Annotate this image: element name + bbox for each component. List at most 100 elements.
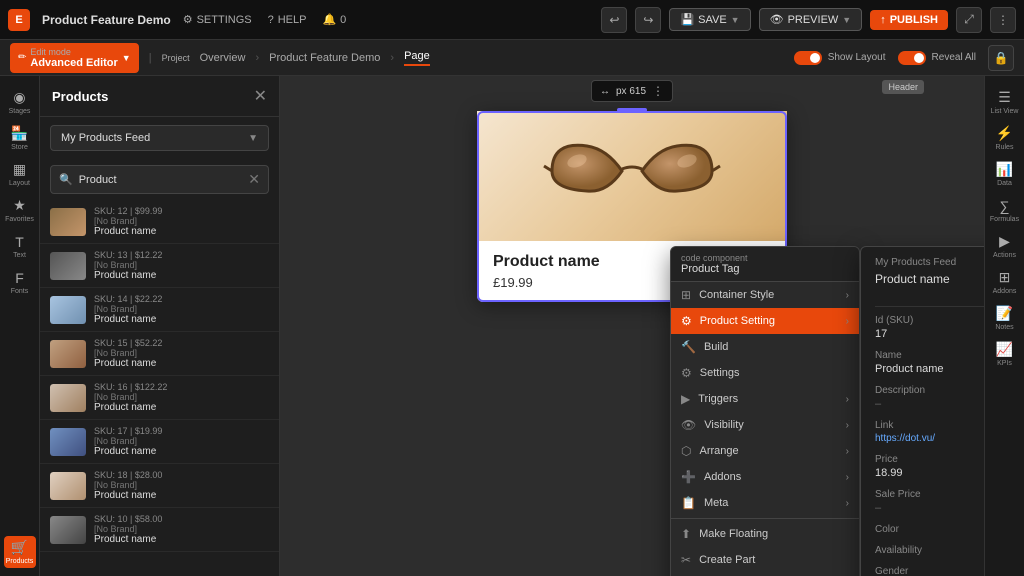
save-icon: 💾 <box>680 13 694 26</box>
list-item[interactable]: SKU: 16 | $122.22 [No Brand] Product nam… <box>40 376 279 420</box>
sidebar-item-store[interactable]: 🏪 Store <box>4 122 36 154</box>
nav-help[interactable]: ? HELP <box>268 14 307 26</box>
sidebar-item-fonts[interactable]: F Fonts <box>4 266 36 298</box>
advanced-editor-button[interactable]: ✏ Edit mode Advanced Editor ▼ <box>10 43 139 73</box>
product-thumbnail <box>50 208 86 236</box>
addons-sidebar-icon: ⊞ <box>999 269 1011 286</box>
context-menu-product-setting[interactable]: ⚙ Product Setting › <box>671 308 859 334</box>
ps-gender-field: Gender Female <box>875 566 984 576</box>
list-item[interactable]: SKU: 18 | $28.00 [No Brand] Product name <box>40 464 279 508</box>
sidebar-item-data[interactable]: 📊 Data <box>989 158 1021 190</box>
search-bar: 🔍 ✕ <box>50 165 269 194</box>
feed-dropdown[interactable]: My Products Feed ▼ <box>50 125 269 151</box>
products-panel: Products ✕ My Products Feed ▼ 🔍 ✕ SKU: 1… <box>40 76 280 576</box>
addons-icon: ➕ <box>681 470 696 484</box>
context-menu-build[interactable]: 🔨 Build <box>671 334 859 360</box>
context-menu-triggers[interactable]: ▶ Triggers › <box>671 386 859 412</box>
show-layout-toggle[interactable] <box>794 51 822 65</box>
editor-icon: ✏ <box>18 52 26 63</box>
formulas-icon: ∑ <box>1000 198 1010 214</box>
redo-button[interactable]: ↪ <box>635 7 661 33</box>
undo-button[interactable]: ↩ <box>601 7 627 33</box>
app-icon: E <box>8 9 30 31</box>
kpis-icon: 📈 <box>996 341 1013 358</box>
canvas-area: ↔ px 615 ⋮ Header <box>280 76 984 576</box>
actions-icon: ▶ <box>999 233 1010 250</box>
sidebar-item-actions[interactable]: ▶ Actions <box>989 230 1021 262</box>
sidebar-item-products[interactable]: 🛒 Products <box>4 536 36 568</box>
left-sidebar: ◉ Stages 🏪 Store ▦ Layout ★ Favorites T … <box>0 76 40 576</box>
product-thumbnail <box>50 340 86 368</box>
ps-link-field: Link https://dot.vu/ <box>875 420 984 444</box>
ps-description-field: Description – <box>875 385 984 410</box>
share-button[interactable]: ⤢ <box>956 7 982 33</box>
store-icon: 🏪 <box>11 125 28 142</box>
search-input[interactable] <box>79 174 243 186</box>
context-menu-arrange[interactable]: ⬡ Arrange › <box>671 438 859 464</box>
context-menu-meta[interactable]: 📋 Meta › <box>671 490 859 516</box>
list-item[interactable]: SKU: 13 | $12.22 [No Brand] Product name <box>40 244 279 288</box>
sidebar-item-list-view[interactable]: ☰ List View <box>989 86 1021 118</box>
context-menu-create-part[interactable]: ✂ Create Part <box>671 547 859 573</box>
sidebar-item-stages[interactable]: ◉ Stages <box>4 86 36 118</box>
breadcrumb-overview[interactable]: Overview <box>200 52 246 64</box>
sidebar-item-text[interactable]: T Text <box>4 230 36 262</box>
context-menu-settings[interactable]: ⚙ Settings <box>671 360 859 386</box>
preview-button[interactable]: 👁 PREVIEW ▼ <box>759 8 863 31</box>
list-item[interactable]: SKU: 10 | $58.00 [No Brand] Product name <box>40 508 279 552</box>
data-icon: 📊 <box>996 161 1013 178</box>
list-item[interactable]: SKU: 17 | $19.99 [No Brand] Product name <box>40 420 279 464</box>
sidebar-item-layout[interactable]: ▦ Layout <box>4 158 36 190</box>
list-item[interactable]: SKU: 12 | $99.99 [No Brand] Product name <box>40 200 279 244</box>
second-bar: ✏ Edit mode Advanced Editor ▼ | Project … <box>0 40 1024 76</box>
context-menu-visibility[interactable]: 👁 Visibility › <box>671 412 859 438</box>
sidebar-item-kpis[interactable]: 📈 KPIs <box>989 338 1021 370</box>
publish-icon: ↑ <box>880 14 886 26</box>
ps-price-field: Price 18.99 <box>875 454 984 479</box>
preview-dropdown-icon: ▼ <box>842 15 851 25</box>
context-menu-make-floating[interactable]: ⬆ Make Floating <box>671 521 859 547</box>
search-clear-button[interactable]: ✕ <box>248 171 260 188</box>
lock-button[interactable]: 🔒 <box>988 45 1014 71</box>
sidebar-item-formulas[interactable]: ∑ Formulas <box>989 194 1021 226</box>
more-options-icon[interactable]: ⋮ <box>652 84 664 98</box>
more-button[interactable]: ⋮ <box>990 7 1016 33</box>
context-menu-addons[interactable]: ➕ Addons › <box>671 464 859 490</box>
sidebar-item-favorites[interactable]: ★ Favorites <box>4 194 36 226</box>
show-layout-toggle-row: Show Layout <box>794 51 886 65</box>
panel-close-button[interactable]: ✕ <box>254 86 267 106</box>
triggers-icon: ▶ <box>681 392 690 406</box>
app-title: Product Feature Demo <box>42 13 171 27</box>
product-setting-icon: ⚙ <box>681 314 692 328</box>
list-view-icon: ☰ <box>998 89 1011 106</box>
breadcrumb-project-label: Project <box>162 53 190 63</box>
header-badge: Header <box>882 80 924 94</box>
context-menu: code component Product Tag ⊞ Container S… <box>670 246 860 576</box>
save-button[interactable]: 💾 SAVE ▼ <box>669 8 750 31</box>
meta-icon: 📋 <box>681 496 696 510</box>
sidebar-item-addons[interactable]: ⊞ Addons <box>989 266 1021 298</box>
second-bar-left: ✏ Edit mode Advanced Editor ▼ | Project … <box>10 43 430 73</box>
breadcrumb-page[interactable]: Page <box>404 50 430 66</box>
second-bar-right: Show Layout Reveal All 🔒 <box>794 45 1014 71</box>
reveal-all-toggle[interactable] <box>898 51 926 65</box>
sidebar-item-notes[interactable]: 📝 Notes <box>989 302 1021 334</box>
top-bar: E Product Feature Demo ⚙ SETTINGS ? HELP… <box>0 0 1024 40</box>
list-item[interactable]: SKU: 15 | $52.22 [No Brand] Product name <box>40 332 279 376</box>
resize-icon: ↔ <box>600 86 610 97</box>
products-icon: 🛒 <box>11 539 28 556</box>
product-thumbnail <box>50 252 86 280</box>
publish-button[interactable]: ↑ PUBLISH <box>870 10 948 30</box>
list-item[interactable]: SKU: 14 | $22.22 [No Brand] Product name <box>40 288 279 332</box>
ps-availability-field: Availability <box>875 545 984 556</box>
nav-notifications[interactable]: 🔔 0 <box>322 13 346 26</box>
product-thumbnail <box>50 472 86 500</box>
product-image <box>477 111 787 241</box>
breadcrumb-project-name[interactable]: Product Feature Demo <box>269 52 380 64</box>
arrow-icon: › <box>846 290 849 301</box>
sidebar-item-rules[interactable]: ⚡ Rules <box>989 122 1021 154</box>
nav-settings[interactable]: ⚙ SETTINGS <box>183 13 252 26</box>
context-menu-container-style[interactable]: ⊞ Container Style › <box>671 282 859 308</box>
product-thumbnail <box>50 384 86 412</box>
stages-icon: ◉ <box>13 89 25 106</box>
